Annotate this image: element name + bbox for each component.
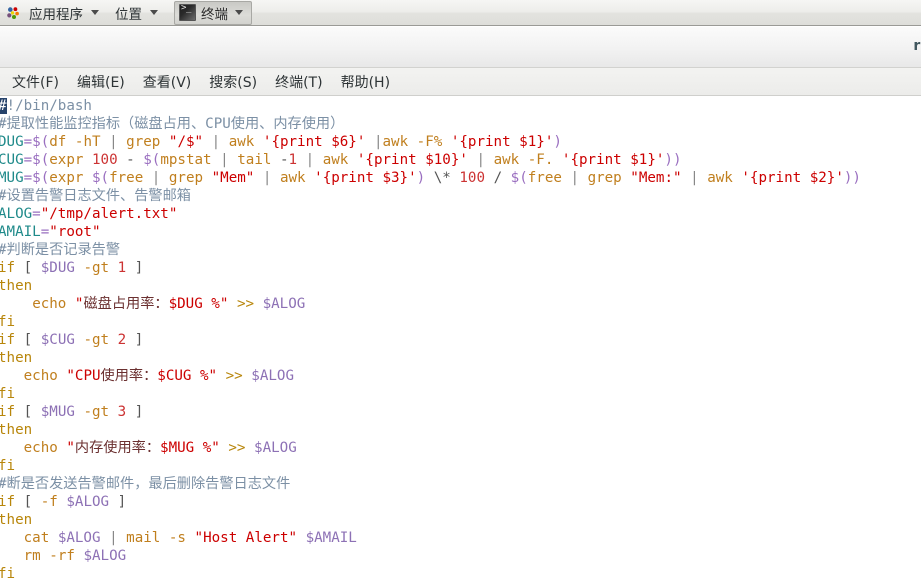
places-menu-label: 位置 bbox=[115, 6, 142, 23]
applications-menu-label: 应用程序 bbox=[29, 6, 83, 23]
terminal-line: fi bbox=[0, 314, 16, 330]
terminal-icon bbox=[179, 4, 196, 21]
menu-terminal[interactable]: 终端(T) bbox=[266, 70, 331, 94]
chevron-down-icon bbox=[91, 10, 99, 15]
chevron-down-icon bbox=[150, 10, 158, 15]
chevron-down-icon bbox=[235, 10, 243, 15]
terminal-line: echo "CPU使用率：$CUG %" >> $ALOG bbox=[23, 368, 294, 384]
terminal-line: rm -rf $ALOG bbox=[23, 548, 127, 564]
terminal-line: fi bbox=[0, 566, 16, 580]
gnome-top-panel: 应用程序 位置 终端 bbox=[0, 0, 921, 26]
taskbar-window-label: 终端 bbox=[201, 6, 228, 23]
gnome-footprint-icon[interactable] bbox=[5, 5, 21, 21]
terminal-line: AMAIL="root" bbox=[0, 224, 101, 240]
taskbar-window-terminal[interactable]: 终端 bbox=[174, 0, 252, 25]
terminal-line: if [ $CUG -gt 2 ] bbox=[0, 332, 144, 348]
terminal-line: ALOG="/tmp/alert.txt" bbox=[0, 206, 178, 222]
places-menu[interactable]: 位置 bbox=[107, 0, 166, 26]
terminal-line: echo "磁盘占用率：$DUG %" >> $ALOG bbox=[32, 296, 306, 312]
terminal-line: echo "内存使用率：$MUG %" >> $ALOG bbox=[23, 440, 297, 456]
terminal-line: #设置告警日志文件、告警邮箱 bbox=[0, 188, 191, 204]
menu-search[interactable]: 搜索(S) bbox=[200, 70, 266, 94]
menu-edit[interactable]: 编辑(E) bbox=[68, 70, 134, 94]
terminal-line: MUG=$(expr $(free | grep "Mem" | awk '{p… bbox=[0, 170, 861, 186]
terminal-line: if [ $MUG -gt 3 ] bbox=[0, 404, 144, 420]
window-titlebar[interactable]: root bbox=[0, 27, 921, 68]
terminal-line: CUG=$(expr 100 - $(mpstat | tail -1 | aw… bbox=[0, 152, 682, 168]
terminal-line: then bbox=[0, 350, 33, 366]
terminal-line: #判断是否记录告警 bbox=[0, 242, 121, 258]
terminal-line: if [ -f $ALOG ] bbox=[0, 494, 127, 510]
terminal-window: root 文件(F) 编辑(E) 查看(V) 搜索(S) 终端(T) 帮助(H)… bbox=[0, 27, 921, 580]
terminal-line: then bbox=[0, 512, 33, 528]
terminal-line: if [ $DUG -gt 1 ] bbox=[0, 260, 144, 276]
window-title: root bbox=[913, 38, 921, 54]
menu-help[interactable]: 帮助(H) bbox=[332, 70, 399, 94]
terminal-line: #断是否发送告警邮件，最后删除告警日志文件 bbox=[0, 476, 291, 492]
menu-file[interactable]: 文件(F) bbox=[3, 70, 68, 94]
terminal-line: fi bbox=[0, 458, 16, 474]
applications-menu[interactable]: 应用程序 bbox=[21, 0, 107, 26]
terminal-line: DUG=$(df -hT | grep "/$" | awk '{print $… bbox=[0, 134, 562, 150]
terminal-line: then bbox=[0, 422, 33, 438]
terminal-menubar: 文件(F) 编辑(E) 查看(V) 搜索(S) 终端(T) 帮助(H) bbox=[0, 68, 921, 96]
terminal-line: fi bbox=[0, 386, 16, 402]
terminal-text-area[interactable]: #!/bin/bash#提取性能监控指标（磁盘占用、CPU使用、内存使用） DUG… bbox=[0, 96, 921, 580]
terminal-line: #!/bin/bash bbox=[0, 97, 921, 115]
terminal-line: #提取性能监控指标（磁盘占用、CPU使用、内存使用） bbox=[0, 116, 345, 132]
terminal-line: then bbox=[0, 278, 33, 294]
terminal-line: cat $ALOG | mail -s "Host Alert" $AMAIL bbox=[23, 530, 357, 546]
menu-view[interactable]: 查看(V) bbox=[134, 70, 201, 94]
